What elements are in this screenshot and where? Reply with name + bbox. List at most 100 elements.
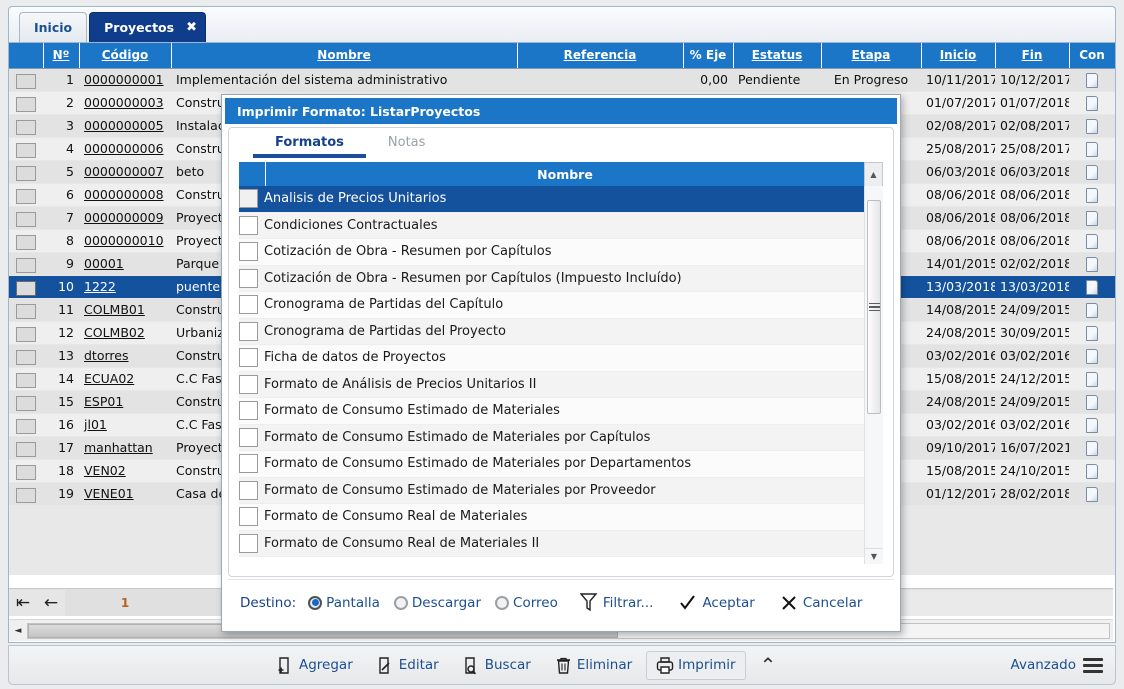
- codigo-link[interactable]: ECUA02: [84, 371, 134, 386]
- table-row[interactable]: 1 0000000001 Implementación del sistema ad…: [9, 68, 1115, 92]
- row-select-cell[interactable]: [9, 390, 43, 414]
- column-header-inicio[interactable]: Inicio: [921, 43, 996, 69]
- list-item[interactable]: Ficha de datos de Proyectos: [239, 345, 864, 372]
- codigo-link[interactable]: dtorres: [84, 348, 128, 363]
- codigo-link[interactable]: 0000000005: [84, 118, 164, 133]
- cell-con[interactable]: [1069, 68, 1115, 92]
- cell-codigo[interactable]: ECUA02: [79, 367, 171, 391]
- tab-proyectos[interactable]: Proyectos ✖: [89, 12, 206, 42]
- list-item[interactable]: Formato de Consumo Real de Materiales: [239, 504, 864, 531]
- row-checkbox[interactable]: [16, 303, 36, 319]
- row-select-cell[interactable]: [9, 229, 43, 253]
- column-header-porcentaje[interactable]: % Eje: [683, 43, 734, 69]
- cell-con[interactable]: [1069, 390, 1115, 414]
- row-select-cell[interactable]: [9, 68, 43, 92]
- row-select-cell[interactable]: [9, 436, 43, 460]
- item-checkbox[interactable]: [239, 242, 258, 262]
- cell-codigo[interactable]: VENE01: [79, 482, 171, 506]
- column-header-codigo[interactable]: Código: [79, 43, 172, 69]
- radio-pantalla[interactable]: Pantalla: [308, 595, 380, 611]
- document-icon[interactable]: [1086, 440, 1098, 456]
- list-item[interactable]: Formato de Consumo Estimado de Materiale…: [239, 477, 864, 504]
- radio-indicator-icon[interactable]: [495, 595, 510, 610]
- radio-indicator-icon[interactable]: [393, 595, 408, 610]
- cell-codigo[interactable]: 0000000007: [79, 160, 171, 184]
- document-icon[interactable]: [1086, 279, 1098, 295]
- row-select-cell[interactable]: [9, 206, 43, 230]
- list-item[interactable]: Formato de Consumo Estimado de Materiale…: [239, 398, 864, 425]
- list-item[interactable]: Analisis de Precios Unitarios: [239, 186, 864, 213]
- codigo-link[interactable]: 0000000007: [84, 164, 164, 179]
- item-checkbox[interactable]: [239, 374, 258, 394]
- cell-codigo[interactable]: dtorres: [79, 344, 171, 368]
- item-checkbox[interactable]: [239, 348, 258, 368]
- column-header-referencia[interactable]: Referencia: [517, 43, 684, 69]
- item-checkbox[interactable]: [239, 507, 258, 527]
- row-checkbox[interactable]: [16, 257, 36, 273]
- row-checkbox[interactable]: [16, 418, 36, 434]
- row-select-cell[interactable]: [9, 91, 43, 115]
- scroll-left-icon[interactable]: ◄: [9, 621, 27, 641]
- cell-con[interactable]: [1069, 160, 1115, 184]
- cell-codigo[interactable]: 0000000009: [79, 206, 171, 230]
- pager-current-page[interactable]: 1: [65, 596, 185, 610]
- item-checkbox[interactable]: [239, 454, 258, 474]
- codigo-link[interactable]: 00001: [84, 256, 124, 271]
- cell-con[interactable]: [1069, 482, 1115, 506]
- column-header-no[interactable]: Nº: [43, 43, 80, 69]
- codigo-link[interactable]: COLMB02: [84, 325, 145, 340]
- cell-codigo[interactable]: 0000000008: [79, 183, 171, 207]
- column-header-estatus[interactable]: Estatus: [733, 43, 822, 69]
- row-select-cell[interactable]: [9, 413, 43, 437]
- radio-indicator-icon[interactable]: [308, 595, 323, 610]
- item-checkbox[interactable]: [239, 427, 258, 447]
- row-checkbox[interactable]: [16, 349, 36, 365]
- cell-codigo[interactable]: 1222: [79, 275, 171, 299]
- row-checkbox[interactable]: [16, 441, 36, 457]
- cell-codigo[interactable]: ESP01: [79, 390, 171, 414]
- cell-codigo[interactable]: 0000000003: [79, 91, 171, 115]
- cell-con[interactable]: [1069, 183, 1115, 207]
- row-select-cell[interactable]: [9, 137, 43, 161]
- column-header-etapa[interactable]: Etapa: [821, 43, 922, 69]
- document-icon[interactable]: [1086, 486, 1098, 502]
- list-header-nombre[interactable]: Nombre: [266, 162, 864, 186]
- list-item[interactable]: Condiciones Contractuales: [239, 212, 864, 239]
- row-checkbox[interactable]: [16, 464, 36, 480]
- row-select-cell[interactable]: [9, 482, 43, 506]
- codigo-link[interactable]: 0000000008: [84, 187, 164, 202]
- item-checkbox[interactable]: [239, 480, 258, 500]
- document-icon[interactable]: [1086, 394, 1098, 410]
- row-select-cell[interactable]: [9, 183, 43, 207]
- row-checkbox[interactable]: [16, 165, 36, 181]
- codigo-link[interactable]: ESP01: [84, 394, 123, 409]
- item-checkbox[interactable]: [239, 321, 258, 341]
- list-item[interactable]: Cotización de Obra - Resumen por Capítul…: [239, 239, 864, 266]
- cell-codigo[interactable]: COLMB01: [79, 298, 171, 322]
- cell-codigo[interactable]: 0000000010: [79, 229, 171, 253]
- cell-con[interactable]: [1069, 137, 1115, 161]
- document-icon[interactable]: [1086, 118, 1098, 134]
- agregar-button[interactable]: Agregar: [267, 651, 363, 680]
- document-icon[interactable]: [1086, 302, 1098, 318]
- row-select-cell[interactable]: [9, 321, 43, 345]
- item-checkbox[interactable]: [239, 215, 258, 235]
- advanced-button[interactable]: Avanzado: [1011, 655, 1103, 676]
- cell-con[interactable]: [1069, 344, 1115, 368]
- list-item[interactable]: Formato de Consumo Estimado de Materiale…: [239, 451, 864, 478]
- row-select-cell[interactable]: [9, 298, 43, 322]
- row-checkbox[interactable]: [16, 326, 36, 342]
- column-header-fin[interactable]: Fin: [995, 43, 1070, 69]
- cell-con[interactable]: [1069, 367, 1115, 391]
- aceptar-button[interactable]: Aceptar: [679, 594, 755, 611]
- list-item[interactable]: Cronograma de Partidas del Proyecto: [239, 318, 864, 345]
- list-header-select[interactable]: [239, 162, 266, 186]
- codigo-link[interactable]: VENE01: [84, 486, 134, 501]
- codigo-link[interactable]: 0000000006: [84, 141, 164, 156]
- cell-codigo[interactable]: 0000000001: [79, 68, 171, 92]
- item-checkbox[interactable]: [239, 268, 258, 288]
- document-icon[interactable]: [1086, 463, 1098, 479]
- row-checkbox[interactable]: [16, 234, 36, 250]
- row-checkbox[interactable]: [16, 372, 36, 388]
- tab-formatos[interactable]: Formatos: [253, 135, 366, 158]
